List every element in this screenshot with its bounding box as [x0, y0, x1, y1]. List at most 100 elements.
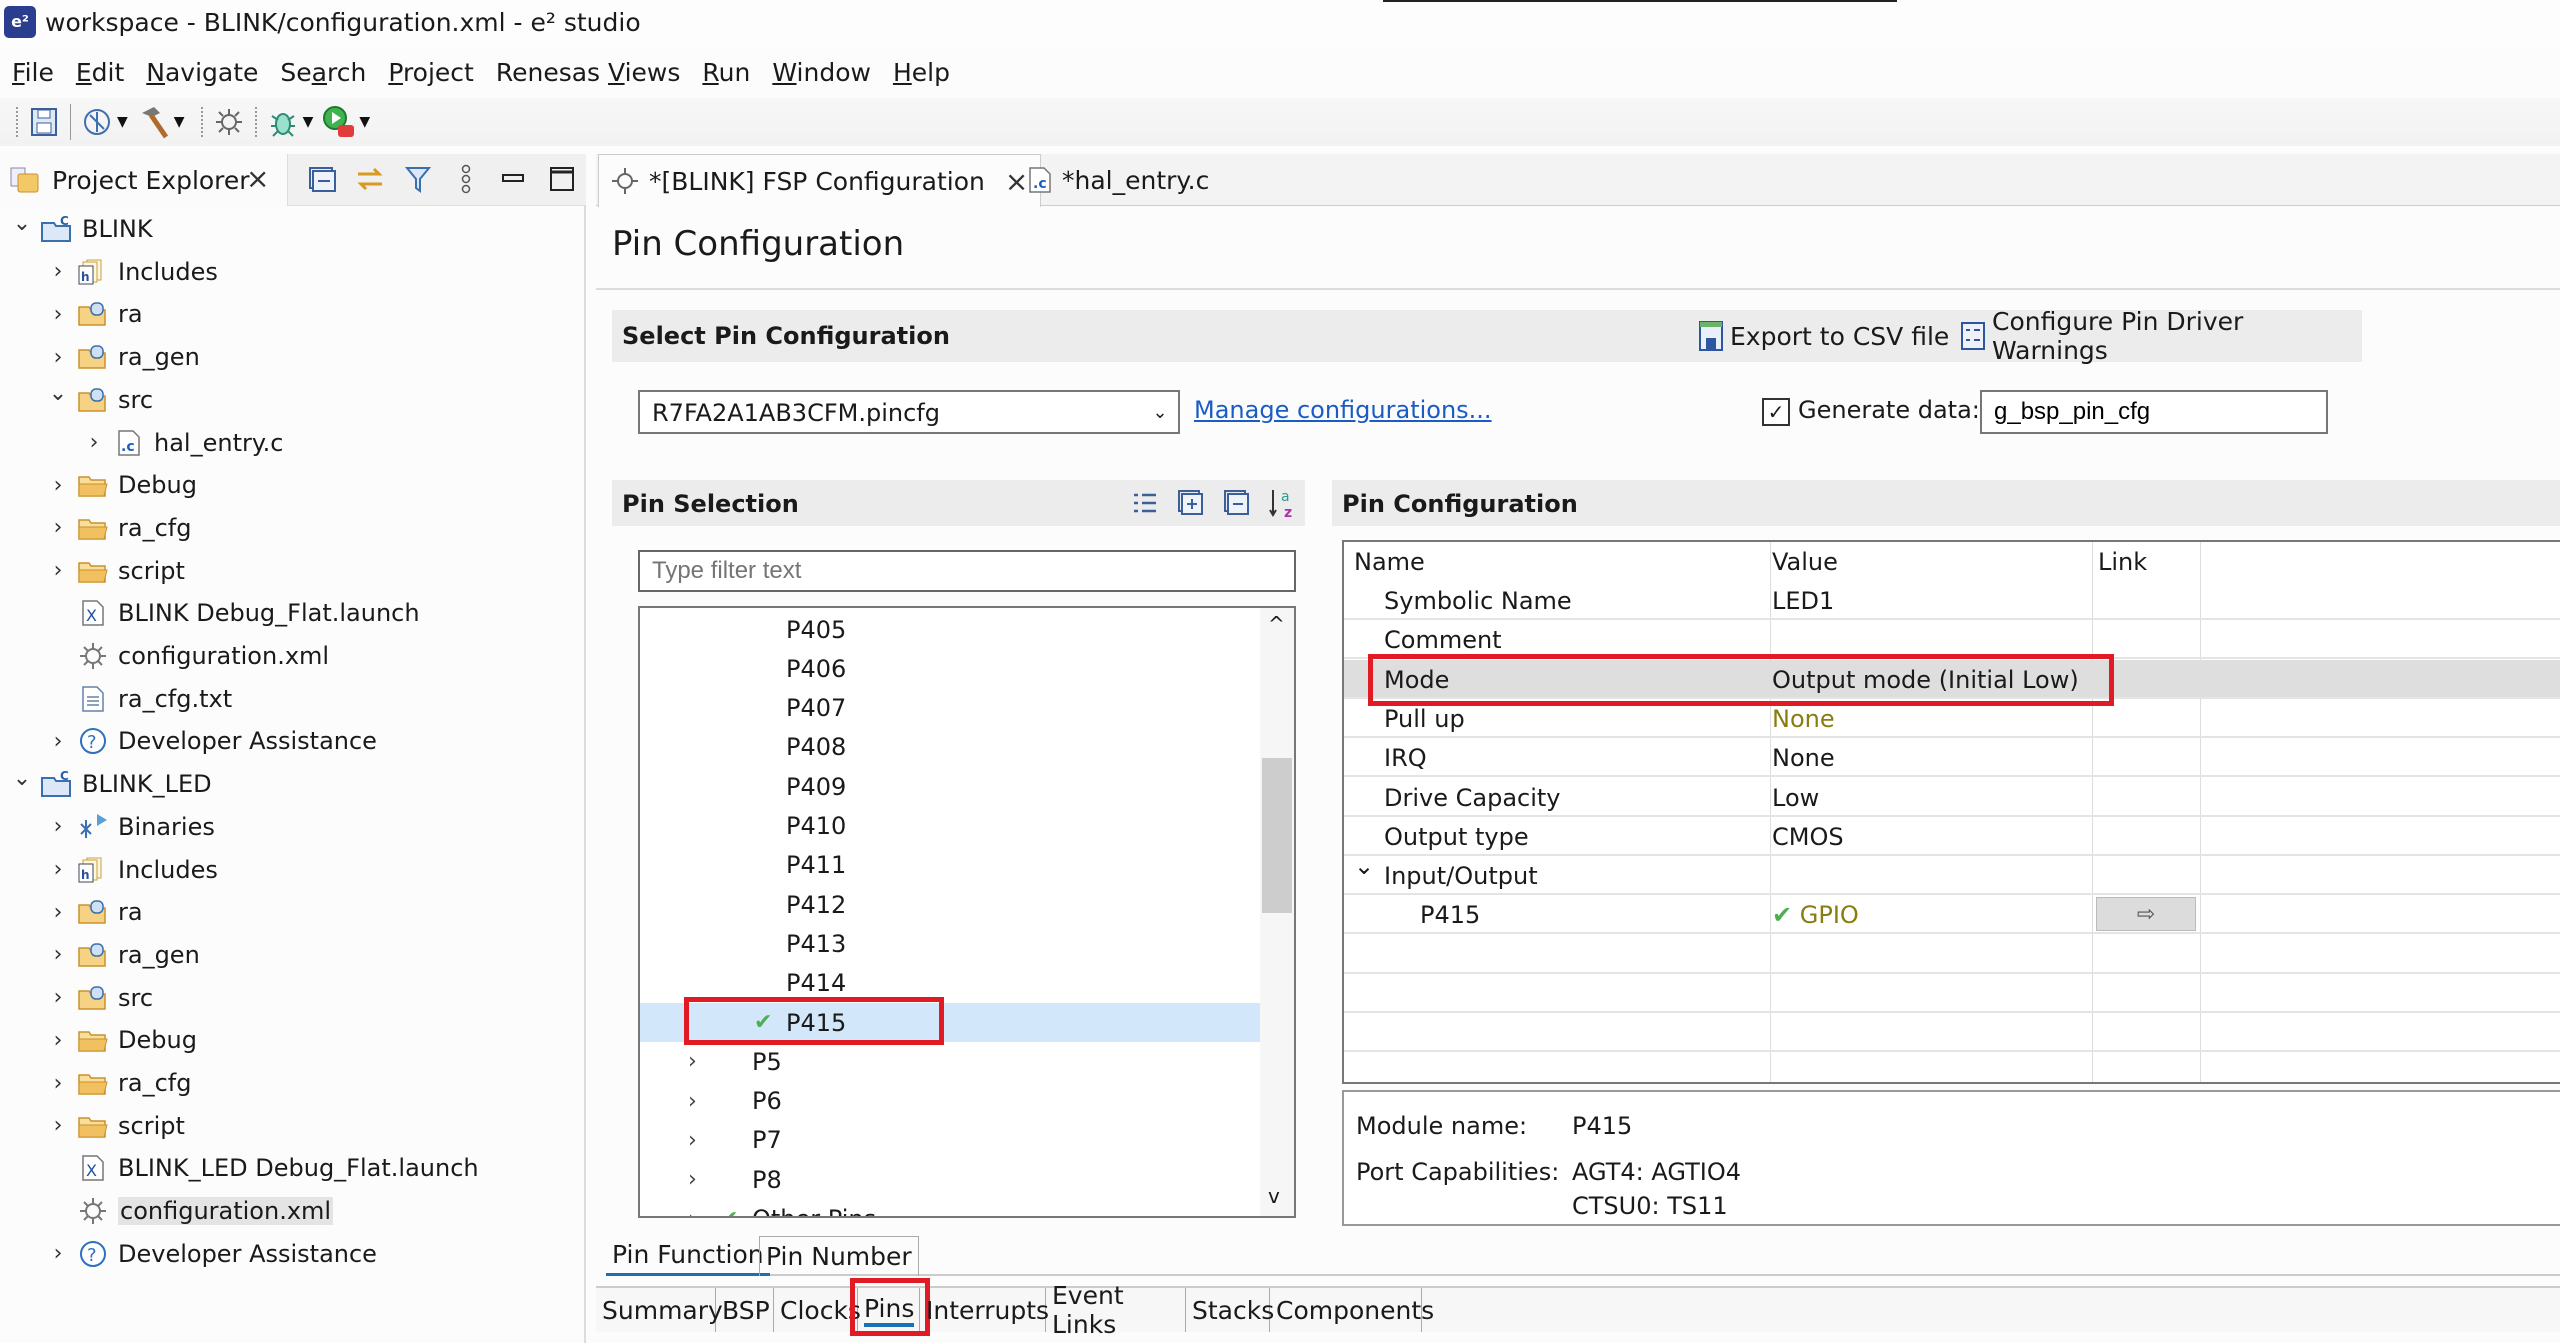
configure-pin-driver-warnings-button[interactable]: Configure Pin Driver Warnings [1960, 307, 2362, 365]
tab-components[interactable]: Components [1270, 1288, 1434, 1332]
pin-item[interactable]: P406 [640, 649, 1260, 688]
tab-hal-entry[interactable]: .c *hal_entry.c [1016, 154, 1221, 206]
chevron-down-icon[interactable]: ⌄ [1142, 392, 1178, 432]
tree-item[interactable]: › src [46, 977, 153, 1019]
save-icon[interactable] [26, 104, 62, 140]
build-configuration-icon[interactable] [79, 104, 115, 140]
tree-item[interactable]: › Debug [46, 464, 197, 506]
config-row[interactable]: Mode Output mode (Initial Low) [1344, 653, 2560, 706]
pin-item[interactable]: › P7 [640, 1121, 1260, 1160]
menu-help[interactable]: Help [893, 58, 950, 87]
config-value-cell[interactable]: CMOS [1772, 823, 1844, 851]
menu-window[interactable]: Window [772, 58, 871, 87]
build-configuration-dropdown-icon[interactable]: ▼ [117, 114, 128, 130]
chevron-right-icon[interactable]: › [82, 430, 106, 455]
expand-all-icon[interactable] [1173, 484, 1209, 522]
config-value-cell[interactable]: None [1772, 744, 1835, 772]
scroll-down-icon[interactable]: v [1268, 1184, 1280, 1208]
tab-fsp-configuration[interactable]: *[BLINK] FSP Configuration × [598, 154, 1042, 207]
chevron-right-icon[interactable]: › [46, 814, 70, 839]
run-dropdown-icon[interactable]: ▼ [359, 114, 370, 130]
pin-item[interactable]: P412 [640, 885, 1260, 924]
menu-search[interactable]: Search [280, 58, 366, 87]
chevron-right-icon[interactable]: › [46, 1028, 70, 1053]
chevron-right-icon[interactable]: › [46, 515, 70, 540]
menu-renesas-views[interactable]: Renesas Views [496, 58, 681, 87]
tab-stacks[interactable]: Stacks [1186, 1288, 1274, 1332]
run-icon[interactable] [321, 104, 357, 140]
chevron-right-icon[interactable]: › [46, 473, 70, 498]
config-row[interactable]: IRQ None [1344, 738, 2560, 778]
tree-item[interactable]: ›? Developer Assistance [46, 720, 377, 762]
chevron-right-icon[interactable]: › [46, 1071, 70, 1096]
tree-item[interactable]: ›? Developer Assistance [46, 1233, 377, 1275]
pin-item[interactable]: › P5 [640, 1042, 1260, 1081]
link-arrow-button[interactable]: ⇨ [2096, 897, 2196, 932]
tree-item[interactable]: ⌄ src [46, 379, 153, 421]
filter-icon[interactable] [401, 160, 435, 198]
tree-item[interactable]: ⌄ C BLINK [10, 208, 153, 250]
chevron-down-icon[interactable]: ⌄ [46, 381, 70, 406]
project-explorer-tab[interactable]: Project Explorer × [0, 154, 288, 206]
build-dropdown-icon[interactable]: ▼ [174, 114, 185, 130]
maximize-icon[interactable] [545, 160, 579, 198]
pin-item[interactable]: P405 [640, 610, 1260, 649]
config-row[interactable]: Output type CMOS [1344, 817, 2560, 856]
export-csv-button[interactable]: Export to CSV file [1698, 318, 1949, 354]
tree-item[interactable]: X BLINK_LED Debug_Flat.launch [46, 1147, 479, 1189]
pin-tree-scrollbar[interactable]: ^ v [1260, 608, 1294, 1216]
tab-pins[interactable]: Pins [850, 1278, 930, 1336]
debug-icon[interactable] [265, 104, 301, 140]
menu-navigate[interactable]: Navigate [146, 58, 258, 87]
config-value-cell[interactable]: Low [1772, 784, 1819, 812]
chevron-right-icon[interactable]: › [46, 1113, 70, 1138]
tree-item[interactable]: X BLINK Debug_Flat.launch [46, 592, 420, 634]
debug-dropdown-icon[interactable]: ▼ [303, 114, 314, 130]
show-list-icon[interactable] [1127, 484, 1163, 522]
minimize-icon[interactable] [497, 160, 531, 198]
build-hammer-icon[interactable] [136, 104, 172, 140]
chevron-down-icon[interactable]: ⌄ [10, 766, 34, 791]
menu-run[interactable]: Run [702, 58, 750, 87]
tab-bsp[interactable]: BSP [716, 1288, 774, 1332]
close-icon[interactable]: × [246, 162, 269, 195]
link-with-editor-icon[interactable] [353, 160, 387, 198]
tree-item[interactable]: › h Includes [46, 849, 218, 891]
tree-item[interactable]: › ra_cfg [46, 1062, 192, 1104]
config-value-cell[interactable]: ✔ GPIO [1772, 901, 1859, 929]
pin-configuration-select[interactable]: R7FA2A1AB3CFM.pincfg ⌄ [638, 390, 1180, 434]
chevron-right-icon[interactable]: › [688, 1049, 697, 1074]
tree-item[interactable]: › Binaries [46, 806, 215, 848]
config-row[interactable]: Symbolic Name LED1 [1344, 581, 2560, 620]
config-value-cell[interactable]: LED1 [1772, 587, 1834, 615]
tab-pin-number[interactable]: Pin Number [759, 1236, 919, 1276]
tab-interrupts[interactable]: Interrupts [920, 1288, 1049, 1332]
pin-item[interactable]: › P6 [640, 1082, 1260, 1121]
chevron-down-icon[interactable]: ⌄ [10, 211, 34, 236]
tab-summary[interactable]: Summary [596, 1288, 723, 1332]
pin-item[interactable]: P413 [640, 924, 1260, 963]
tree-item[interactable]: ⌄ C BLINK_LED [10, 763, 212, 805]
tree-item[interactable]: › script [46, 1105, 185, 1147]
tree-item[interactable]: › h Includes [46, 251, 218, 293]
tab-event-links[interactable]: Event Links [1046, 1281, 1186, 1339]
generate-data-input[interactable] [1980, 390, 2328, 434]
config-value-cell[interactable]: None [1772, 705, 1835, 733]
config-row[interactable]: Drive Capacity Low [1344, 778, 2560, 817]
tree-item[interactable]: › ra [46, 293, 143, 335]
chevron-right-icon[interactable]: › [46, 985, 70, 1010]
pin-item[interactable]: P410 [640, 807, 1260, 846]
tree-item[interactable]: › ra [46, 891, 143, 933]
tree-item[interactable]: configuration.xml [46, 1190, 334, 1232]
sort-alphabetical-icon[interactable]: az [1265, 484, 1301, 522]
pin-item[interactable]: P407 [640, 689, 1260, 728]
pin-item[interactable]: › P8 [640, 1160, 1260, 1199]
scrollbar-thumb[interactable] [1262, 758, 1292, 913]
collapse-all-icon[interactable] [1219, 484, 1255, 522]
pin-item[interactable]: ✔ P415 [640, 997, 1260, 1045]
pin-item[interactable]: › ✔ Other Pins [640, 1200, 1260, 1216]
pin-item[interactable]: P408 [640, 728, 1260, 767]
manage-configurations-link[interactable]: Manage configurations... [1194, 396, 1492, 424]
chevron-right-icon[interactable]: › [46, 942, 70, 967]
pin-item[interactable]: P409 [640, 767, 1260, 806]
